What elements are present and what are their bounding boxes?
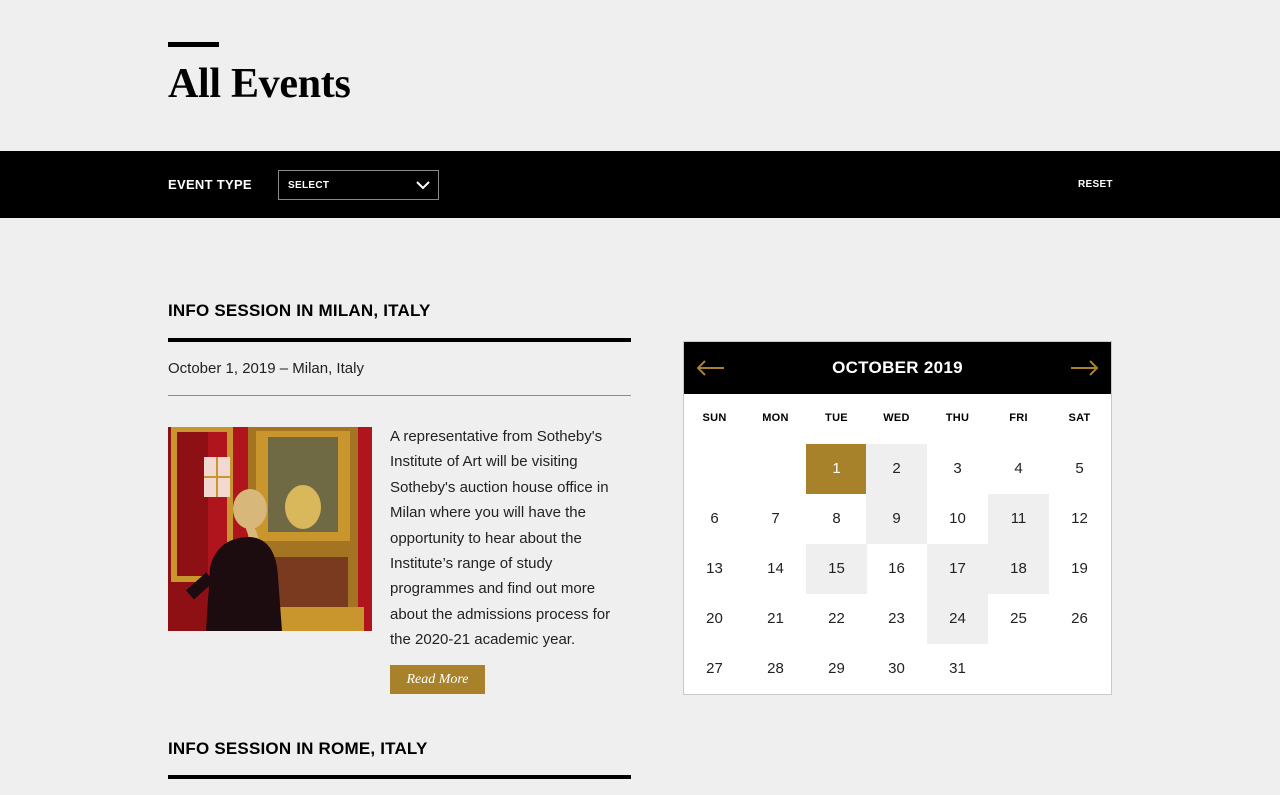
- calendar-day[interactable]: 22: [806, 594, 867, 644]
- read-more-button[interactable]: Read More: [390, 665, 485, 694]
- event-title-rule: [168, 775, 631, 779]
- calendar-day[interactable]: 8: [806, 494, 867, 544]
- calendar-day[interactable]: 13: [684, 544, 745, 594]
- filter-bar: EVENT TYPE SELECT RESET: [0, 151, 1280, 218]
- calendar-day[interactable]: 11: [988, 494, 1049, 544]
- calendar-day[interactable]: 31: [927, 644, 988, 694]
- calendar-day[interactable]: 19: [1049, 544, 1110, 594]
- title-accent-bar: [168, 42, 219, 47]
- calendar-weekday-wed: WED: [883, 412, 910, 424]
- calendar-day[interactable]: 3: [927, 444, 988, 494]
- calendar-header: OCTOBER 2019: [684, 342, 1111, 394]
- calendar-day[interactable]: 10: [927, 494, 988, 544]
- calendar-day[interactable]: 21: [745, 594, 806, 644]
- calendar-day[interactable]: 12: [1049, 494, 1110, 544]
- calendar-day[interactable]: 18: [988, 544, 1049, 594]
- calendar-day[interactable]: 29: [806, 644, 867, 694]
- calendar-weekday-tue: TUE: [825, 412, 848, 424]
- page-title: All Events: [168, 61, 351, 107]
- event-date-location: October 1, 2019 – Milan, Italy: [168, 360, 364, 377]
- event-meta-rule: [168, 395, 631, 396]
- reset-button[interactable]: RESET: [1078, 179, 1113, 190]
- calendar-weekday-sat: SAT: [1068, 412, 1091, 424]
- calendar-day[interactable]: 26: [1049, 594, 1110, 644]
- events-calendar: OCTOBER 2019 SUN MON TUE WED THU FRI SAT 1 2 3 4 5 6…: [683, 341, 1112, 695]
- event-description: A representative from Sotheby's Institut…: [390, 428, 611, 649]
- calendar-weekday-sun: SUN: [702, 412, 727, 424]
- calendar-day[interactable]: 15: [806, 544, 867, 594]
- event-title[interactable]: INFO SESSION IN ROME, ITALY: [168, 739, 428, 759]
- calendar-weekday-mon: MON: [762, 412, 789, 424]
- calendar-month-label: OCTOBER 2019: [832, 358, 963, 377]
- calendar-day[interactable]: 9: [866, 494, 927, 544]
- calendar-day[interactable]: 20: [684, 594, 745, 644]
- calendar-day[interactable]: 23: [866, 594, 927, 644]
- event-title-rule: [168, 338, 631, 342]
- calendar-day[interactable]: 28: [745, 644, 806, 694]
- calendar-day[interactable]: 2: [866, 444, 927, 494]
- event-image[interactable]: [168, 427, 372, 631]
- calendar-day[interactable]: 7: [745, 494, 806, 544]
- calendar-day[interactable]: 25: [988, 594, 1049, 644]
- calendar-day[interactable]: 1: [806, 444, 867, 494]
- calendar-day[interactable]: 24: [927, 594, 988, 644]
- calendar-weekday-thu: THU: [945, 412, 970, 424]
- calendar-day[interactable]: 27: [684, 644, 745, 694]
- calendar-day[interactable]: 4: [988, 444, 1049, 494]
- calendar-day[interactable]: 14: [745, 544, 806, 594]
- chevron-down-icon: [416, 181, 430, 190]
- event-type-select[interactable]: SELECT: [278, 170, 439, 200]
- event-type-select-value: SELECT: [288, 180, 330, 191]
- calendar-day[interactable]: 30: [866, 644, 927, 694]
- calendar-day[interactable]: 5: [1049, 444, 1110, 494]
- calendar-day[interactable]: 6: [684, 494, 745, 544]
- calendar-day[interactable]: 16: [866, 544, 927, 594]
- calendar-weekday-fri: FRI: [1009, 412, 1028, 424]
- calendar-day[interactable]: 17: [927, 544, 988, 594]
- event-title[interactable]: INFO SESSION IN MILAN, ITALY: [168, 301, 431, 321]
- event-type-label: EVENT TYPE: [168, 177, 252, 192]
- arrow-right-icon[interactable]: [1069, 359, 1099, 377]
